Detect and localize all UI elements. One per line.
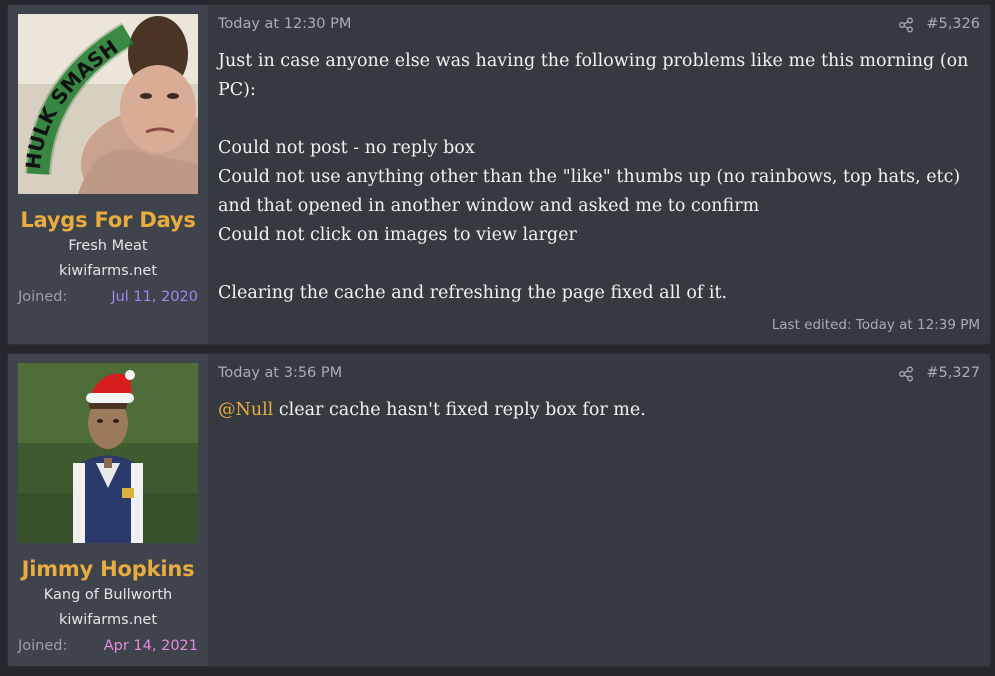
post-number[interactable]: #5,327	[926, 365, 980, 381]
joined-date: Jul 11, 2020	[111, 289, 198, 305]
joined-label: Joined:	[18, 638, 68, 654]
share-icon[interactable]	[898, 366, 914, 382]
user-site: kiwifarms.net	[58, 263, 158, 279]
post-date[interactable]: Today at 3:56 PM	[218, 365, 342, 381]
post-5326: HULK SMASH Laygs For Days Fresh Meat kiw…	[7, 4, 991, 345]
post-line: Just in case anyone else was having the …	[218, 51, 969, 100]
user-mention-link[interactable]: @Null	[218, 400, 273, 420]
post-body: Just in case anyone else was having the …	[218, 47, 976, 308]
last-edited: Last edited: Today at 12:39 PM	[771, 317, 980, 333]
joined-label: Joined:	[18, 289, 68, 305]
post-line: Could not use anything other than the "l…	[218, 167, 961, 216]
post-5327: Jimmy Hopkins Kang of Bullworth kiwifarm…	[7, 353, 991, 667]
user-panel: HULK SMASH Laygs For Days Fresh Meat kiw…	[8, 5, 208, 344]
post-text: clear cache hasn't fixed reply box for m…	[273, 400, 646, 420]
username[interactable]: Laygs For Days	[8, 208, 208, 232]
avatar[interactable]	[18, 363, 198, 543]
user-site: kiwifarms.net	[58, 612, 158, 628]
avatar[interactable]: HULK SMASH	[18, 14, 198, 194]
post-date[interactable]: Today at 12:30 PM	[218, 16, 351, 32]
post-content: Today at 12:30 PM #5,326 Just in case an…	[208, 5, 990, 344]
user-panel: Jimmy Hopkins Kang of Bullworth kiwifarm…	[8, 354, 208, 666]
joined-date: Apr 14, 2021	[103, 638, 198, 654]
post-line: Could not post - no reply box	[218, 138, 475, 158]
post-content: Today at 3:56 PM #5,327 @Null clear cach…	[208, 354, 990, 666]
username[interactable]: Jimmy Hopkins	[8, 557, 208, 581]
post-number[interactable]: #5,326	[926, 16, 980, 32]
post-body: @Null clear cache hasn't fixed reply box…	[218, 396, 976, 425]
share-icon[interactable]	[898, 17, 914, 33]
user-title: Fresh Meat	[68, 238, 148, 254]
post-line: Could not click on images to view larger	[218, 225, 577, 245]
user-title: Kang of Bullworth	[43, 587, 173, 603]
post-line: Clearing the cache and refreshing the pa…	[218, 283, 728, 303]
